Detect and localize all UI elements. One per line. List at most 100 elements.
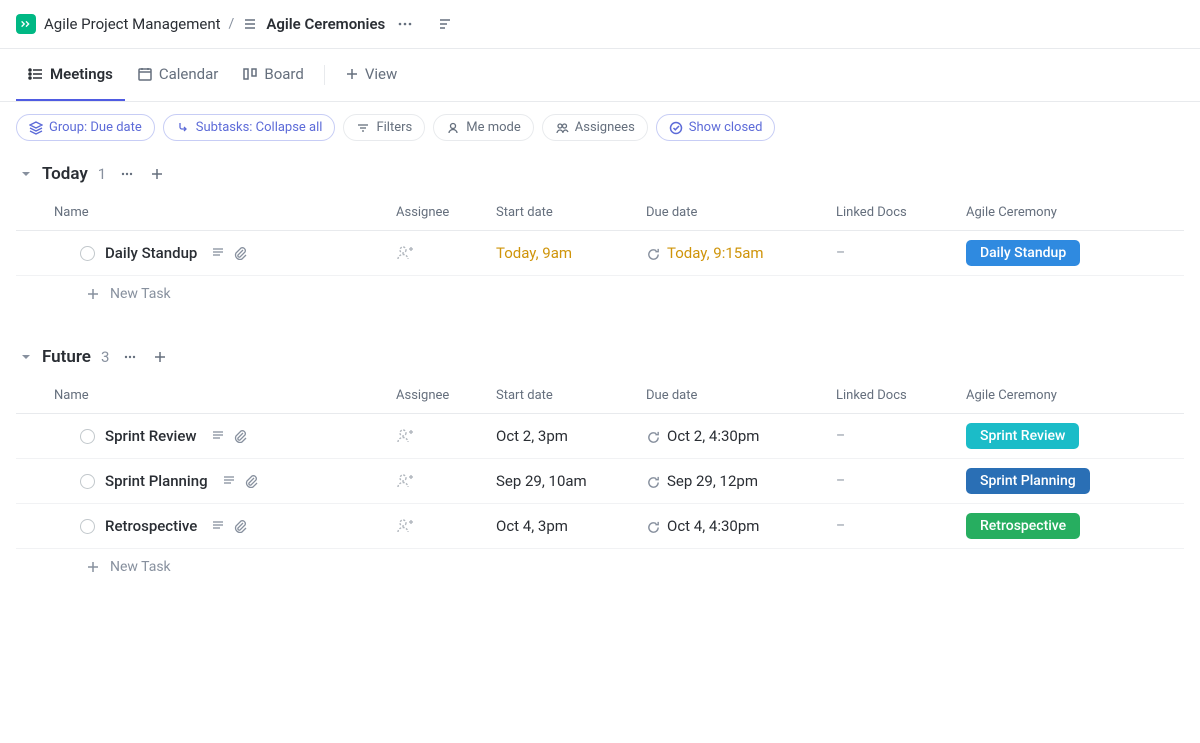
task-row[interactable]: Retrospective Oct 4, 3pm Oct 4, 4:30pm –…: [16, 504, 1184, 549]
task-row[interactable]: Sprint Review Oct 2, 3pm Oct 2, 4:30pm –…: [16, 414, 1184, 459]
task-name[interactable]: Sprint Review: [105, 427, 197, 445]
breadcrumb-project[interactable]: Agile Project Management: [44, 15, 221, 33]
group-more-icon[interactable]: [119, 346, 141, 368]
tab-divider: [324, 65, 325, 85]
new-task-button[interactable]: New Task: [16, 549, 1184, 585]
linked-docs-cell[interactable]: –: [836, 245, 845, 261]
ceremony-tag[interactable]: Sprint Planning: [966, 468, 1090, 494]
breadcrumb-bar: Agile Project Management / Agile Ceremon…: [0, 0, 1200, 49]
task-name[interactable]: Retrospective: [105, 517, 197, 535]
task-group: Today 1 Name Assignee Start date Due dat…: [16, 153, 1184, 312]
me-mode-label: Me mode: [466, 120, 521, 135]
task-row[interactable]: Sprint Planning Sep 29, 10am Sep 29, 12p…: [16, 459, 1184, 504]
add-view-button[interactable]: View: [333, 49, 409, 101]
due-date-cell[interactable]: Oct 2, 4:30pm: [646, 427, 836, 445]
col-header-due[interactable]: Due date: [646, 388, 836, 403]
assign-user-icon[interactable]: [396, 427, 496, 445]
col-header-name[interactable]: Name: [16, 205, 396, 220]
plus-icon: [86, 560, 100, 574]
start-date-cell[interactable]: Today, 9am: [496, 244, 646, 262]
group-count: 1: [98, 165, 106, 183]
attachment-icon[interactable]: [244, 474, 258, 488]
col-header-ceremony[interactable]: Agile Ceremony: [966, 205, 1184, 220]
group-pill[interactable]: Group: Due date: [16, 114, 155, 141]
col-header-ceremony[interactable]: Agile Ceremony: [966, 388, 1184, 403]
group-header: Today 1: [16, 153, 1184, 195]
linked-docs-cell[interactable]: –: [836, 473, 845, 489]
task-name[interactable]: Daily Standup: [105, 244, 197, 262]
col-header-name[interactable]: Name: [16, 388, 396, 403]
tab-meetings[interactable]: Meetings: [16, 49, 125, 101]
attachment-icon[interactable]: [233, 429, 247, 443]
new-task-label: New Task: [110, 286, 171, 302]
description-icon[interactable]: [222, 474, 236, 488]
linked-docs-cell[interactable]: –: [836, 518, 845, 534]
me-mode-pill[interactable]: Me mode: [433, 114, 534, 141]
description-icon[interactable]: [211, 429, 225, 443]
content-area: Today 1 Name Assignee Start date Due dat…: [0, 153, 1200, 625]
subtasks-pill-label: Subtasks: Collapse all: [196, 120, 323, 135]
ceremony-tag[interactable]: Daily Standup: [966, 240, 1080, 266]
status-circle[interactable]: [80, 429, 95, 444]
status-circle[interactable]: [80, 474, 95, 489]
due-date-cell[interactable]: Oct 4, 4:30pm: [646, 517, 836, 535]
task-name[interactable]: Sprint Planning: [105, 472, 208, 490]
col-header-start[interactable]: Start date: [496, 205, 646, 220]
table-header: Name Assignee Start date Due date Linked…: [16, 195, 1184, 231]
ceremony-tag[interactable]: Retrospective: [966, 513, 1080, 539]
group-header: Future 3: [16, 336, 1184, 378]
group-count: 3: [101, 348, 109, 366]
filters-pill-label: Filters: [376, 120, 412, 135]
group-title: Future: [42, 347, 91, 367]
new-task-button[interactable]: New Task: [16, 276, 1184, 312]
tab-label: Calendar: [159, 65, 219, 83]
col-header-docs[interactable]: Linked Docs: [836, 388, 966, 403]
group-pill-label: Group: Due date: [49, 120, 142, 135]
status-circle[interactable]: [80, 246, 95, 261]
ceremony-tag[interactable]: Sprint Review: [966, 423, 1079, 449]
list-icon: [242, 16, 258, 32]
task-row[interactable]: Daily Standup Today, 9am Today, 9:15am –…: [16, 231, 1184, 276]
plus-icon: [86, 287, 100, 301]
recurring-icon: [646, 247, 661, 262]
start-date-cell[interactable]: Oct 2, 3pm: [496, 427, 646, 445]
more-icon[interactable]: [393, 12, 417, 36]
breadcrumb-list[interactable]: Agile Ceremonies: [266, 15, 385, 33]
col-header-due[interactable]: Due date: [646, 205, 836, 220]
col-header-start[interactable]: Start date: [496, 388, 646, 403]
due-date-cell[interactable]: Today, 9:15am: [646, 244, 836, 262]
start-date-cell[interactable]: Sep 29, 10am: [496, 472, 646, 490]
attachment-icon[interactable]: [233, 519, 247, 533]
caret-down-icon[interactable]: [20, 351, 32, 363]
assign-user-icon[interactable]: [396, 472, 496, 490]
group-more-icon[interactable]: [116, 163, 138, 185]
collapse-icon[interactable]: [433, 12, 457, 36]
linked-docs-cell[interactable]: –: [836, 428, 845, 444]
group-add-icon[interactable]: [149, 346, 171, 368]
tab-label: Board: [264, 65, 303, 83]
due-date-cell[interactable]: Sep 29, 12pm: [646, 472, 836, 490]
attachment-icon[interactable]: [233, 246, 247, 260]
filters-pill[interactable]: Filters: [343, 114, 425, 141]
col-header-assignee[interactable]: Assignee: [396, 388, 496, 403]
show-closed-pill[interactable]: Show closed: [656, 114, 776, 141]
table-header: Name Assignee Start date Due date Linked…: [16, 378, 1184, 414]
caret-down-icon[interactable]: [20, 168, 32, 180]
assign-user-icon[interactable]: [396, 244, 496, 262]
recurring-icon: [646, 475, 661, 490]
description-icon[interactable]: [211, 246, 225, 260]
tab-calendar[interactable]: Calendar: [125, 49, 231, 101]
status-circle[interactable]: [80, 519, 95, 534]
col-header-assignee[interactable]: Assignee: [396, 205, 496, 220]
assign-user-icon[interactable]: [396, 517, 496, 535]
description-icon[interactable]: [211, 519, 225, 533]
start-date-cell[interactable]: Oct 4, 3pm: [496, 517, 646, 535]
col-header-docs[interactable]: Linked Docs: [836, 205, 966, 220]
subtasks-pill[interactable]: Subtasks: Collapse all: [163, 114, 336, 141]
assignees-label: Assignees: [575, 120, 635, 135]
assignees-pill[interactable]: Assignees: [542, 114, 648, 141]
app-icon: [16, 14, 36, 34]
tab-board[interactable]: Board: [230, 49, 315, 101]
group-add-icon[interactable]: [146, 163, 168, 185]
view-tabs: Meetings Calendar Board View: [0, 49, 1200, 102]
